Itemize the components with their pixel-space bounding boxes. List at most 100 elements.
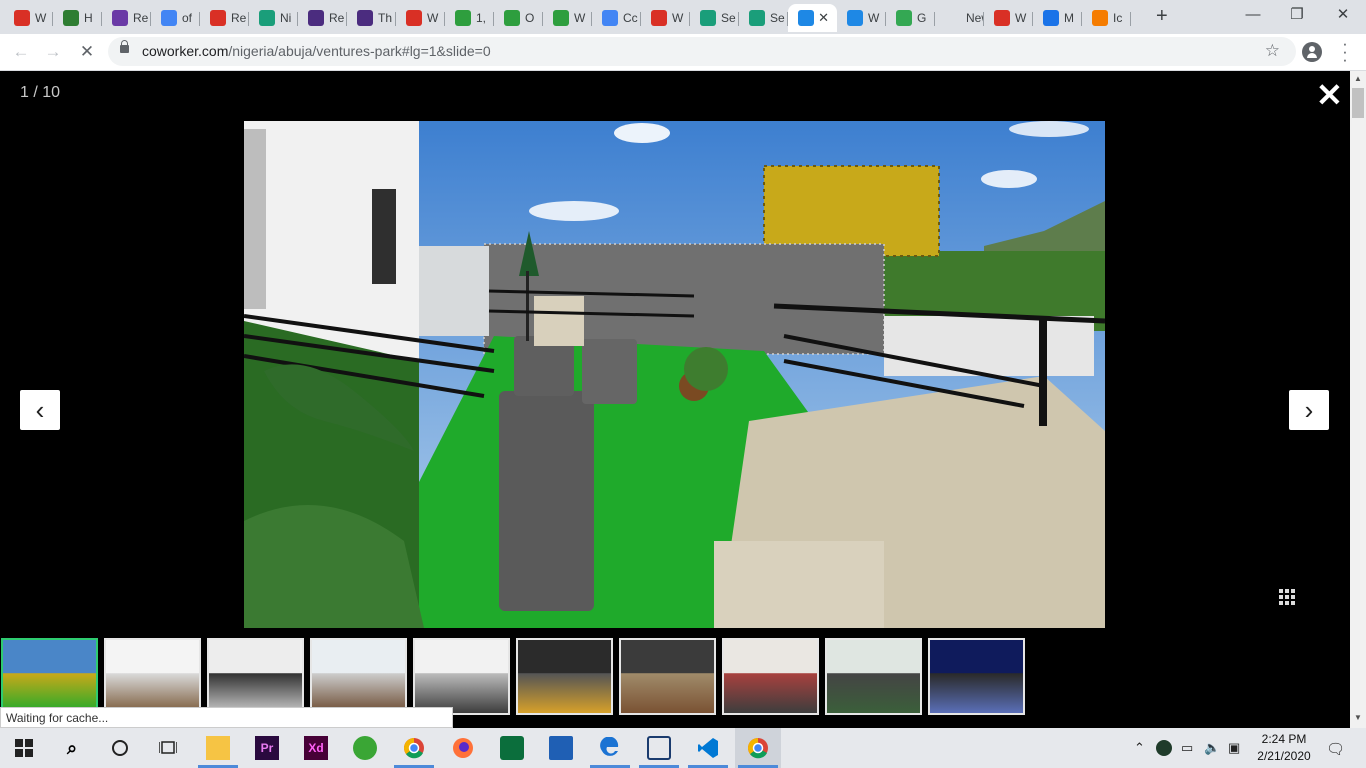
search-icon[interactable]: ⌕ bbox=[60, 736, 84, 760]
scrollbar-thumb[interactable] bbox=[1352, 88, 1364, 118]
thumbnail-dining-area[interactable] bbox=[619, 638, 716, 715]
battery-icon[interactable]: ▭ bbox=[1181, 740, 1193, 756]
thumbnail-hallway[interactable] bbox=[207, 638, 304, 715]
browser-tab[interactable]: W bbox=[4, 4, 53, 32]
google-favicon-icon bbox=[602, 10, 618, 26]
browser-tab[interactable]: H bbox=[53, 4, 102, 32]
browser-tab[interactable]: Re bbox=[298, 4, 347, 32]
cortana-icon[interactable] bbox=[108, 736, 132, 760]
thumbnail-meeting-room[interactable] bbox=[310, 638, 407, 715]
system-clock[interactable]: 2:24 PM 2/21/2020 bbox=[1254, 731, 1314, 765]
tab-close-icon[interactable]: ✕ bbox=[818, 10, 829, 26]
browser-tab[interactable]: Ni bbox=[249, 4, 298, 32]
chrome-active-icon[interactable] bbox=[746, 736, 770, 760]
chevron-right-icon: › bbox=[1304, 394, 1314, 425]
tray-overflow-chevron-icon[interactable]: ⌃ bbox=[1134, 740, 1145, 756]
thumbnail-coworking-people[interactable] bbox=[722, 638, 819, 715]
camera-favicon-icon bbox=[700, 10, 716, 26]
url-path: /nigeria/abuja/ventures-park#lg=1&slide=… bbox=[228, 43, 491, 59]
news-icon[interactable] bbox=[549, 736, 573, 760]
scroll-up-arrow-icon[interactable]: ▲ bbox=[1354, 74, 1362, 83]
lock-icon[interactable] bbox=[120, 40, 129, 53]
browser-tab[interactable]: O bbox=[494, 4, 543, 32]
scroll-down-arrow-icon[interactable]: ▼ bbox=[1354, 713, 1362, 722]
windows-start-icon[interactable] bbox=[12, 736, 36, 760]
px-favicon-icon bbox=[455, 10, 471, 26]
file-explorer-icon[interactable] bbox=[206, 736, 230, 760]
back-button[interactable]: ← bbox=[10, 42, 32, 62]
thumbnail-staircase-lounge[interactable] bbox=[516, 638, 613, 715]
volume-icon[interactable]: 🔈 bbox=[1204, 740, 1220, 756]
browser-tab[interactable]: of bbox=[151, 4, 200, 32]
px-favicon-icon bbox=[553, 10, 569, 26]
tab-label: New T bbox=[966, 11, 984, 25]
tray-app-icon[interactable] bbox=[1156, 740, 1172, 756]
tab-label: W bbox=[1015, 11, 1027, 25]
tab-label: H bbox=[84, 11, 93, 25]
address-bar[interactable]: coworker.com/nigeria/abuja/ventures-park… bbox=[108, 37, 1296, 66]
tab-label: O bbox=[525, 11, 535, 25]
thumbnail-night-exterior[interactable] bbox=[928, 638, 1025, 715]
page-scrollbar[interactable]: ▲ ▼ bbox=[1350, 71, 1366, 728]
network-icon[interactable]: ▣ bbox=[1228, 740, 1240, 756]
firefox-icon[interactable] bbox=[451, 736, 475, 760]
vscode-icon[interactable] bbox=[696, 736, 720, 760]
profile-avatar-icon[interactable] bbox=[1302, 42, 1322, 62]
tab-list: W H Re of Re Ni Re Th W 1, O W Cc W Se Se ✕ W G New T W M Ic bbox=[4, 4, 1131, 32]
browser-tab[interactable]: New T bbox=[935, 4, 984, 32]
browser-tab[interactable]: W bbox=[837, 4, 886, 32]
thumbnail-grid-toggle-icon[interactable] bbox=[1279, 589, 1295, 605]
browser-tab[interactable]: Re bbox=[102, 4, 151, 32]
thumbnail-rooftop-terrace[interactable] bbox=[1, 638, 98, 715]
forward-button[interactable]: → bbox=[42, 42, 64, 62]
browser-tab[interactable]: 1, bbox=[445, 4, 494, 32]
chevron-left-icon: ‹ bbox=[35, 394, 45, 425]
jiji-favicon-icon bbox=[63, 10, 79, 26]
restore-button[interactable]: ❐ bbox=[1274, 4, 1320, 26]
browser-tab[interactable]: W bbox=[396, 4, 445, 32]
camera-favicon-icon bbox=[749, 10, 765, 26]
app-tile-icon[interactable] bbox=[647, 736, 671, 760]
browser-tab[interactable]: Re bbox=[200, 4, 249, 32]
browser-tab[interactable]: Se bbox=[690, 4, 739, 32]
tab-label: 1, bbox=[476, 11, 487, 25]
new-tab-button[interactable]: + bbox=[1156, 6, 1168, 26]
url-text[interactable]: coworker.com/nigeria/abuja/ventures-park… bbox=[142, 43, 491, 59]
previous-slide-button[interactable]: ‹ bbox=[20, 390, 60, 430]
browser-tab[interactable]: Th bbox=[347, 4, 396, 32]
greenshot-icon[interactable] bbox=[353, 736, 377, 760]
chrome-icon[interactable] bbox=[402, 736, 426, 760]
browser-tab[interactable]: M bbox=[1033, 4, 1082, 32]
slide-counter: 1 / 10 bbox=[20, 84, 61, 101]
browser-tab[interactable]: W bbox=[641, 4, 690, 32]
premiere-pro-icon[interactable]: Pr bbox=[255, 736, 279, 760]
red-cross-favicon-icon bbox=[994, 10, 1010, 26]
browser-tab[interactable]: W bbox=[543, 4, 592, 32]
thumbnail-lounge-people[interactable] bbox=[825, 638, 922, 715]
bookmark-star-icon[interactable]: ☆ bbox=[1265, 41, 1280, 61]
window-close-button[interactable]: ✕ bbox=[1320, 4, 1366, 26]
tab-label: Re bbox=[231, 11, 247, 25]
browser-tab[interactable]: Se bbox=[739, 4, 788, 32]
browser-tab[interactable]: W bbox=[984, 4, 1033, 32]
browser-tab[interactable]: G bbox=[886, 4, 935, 32]
next-slide-button[interactable]: › bbox=[1289, 390, 1329, 430]
menu-kebab-icon[interactable]: · · · bbox=[1340, 35, 1350, 68]
edge-icon[interactable] bbox=[598, 736, 622, 760]
tab-label: W bbox=[35, 11, 47, 25]
adobe-xd-icon[interactable]: Xd bbox=[304, 736, 328, 760]
browser-tab[interactable]: Ic bbox=[1082, 4, 1131, 32]
notifications-icon[interactable]: 🗨 bbox=[1326, 740, 1345, 758]
colorlib-favicon-icon bbox=[308, 10, 324, 26]
task-view-icon[interactable] bbox=[156, 736, 180, 760]
stop-loading-button[interactable]: ✕ bbox=[76, 42, 98, 62]
media-player-icon[interactable] bbox=[500, 736, 524, 760]
tab-label: M bbox=[1064, 11, 1074, 25]
thumbnail-office-desks[interactable] bbox=[104, 638, 201, 715]
thumbnail-training-room[interactable] bbox=[413, 638, 510, 715]
browser-tab[interactable]: ✕ bbox=[788, 4, 837, 32]
lightbox-close-button[interactable]: ✕ bbox=[1316, 77, 1343, 113]
browser-tab[interactable]: Cc bbox=[592, 4, 641, 32]
tab-label: Ic bbox=[1113, 11, 1123, 25]
minimize-button[interactable]: — bbox=[1230, 4, 1276, 26]
